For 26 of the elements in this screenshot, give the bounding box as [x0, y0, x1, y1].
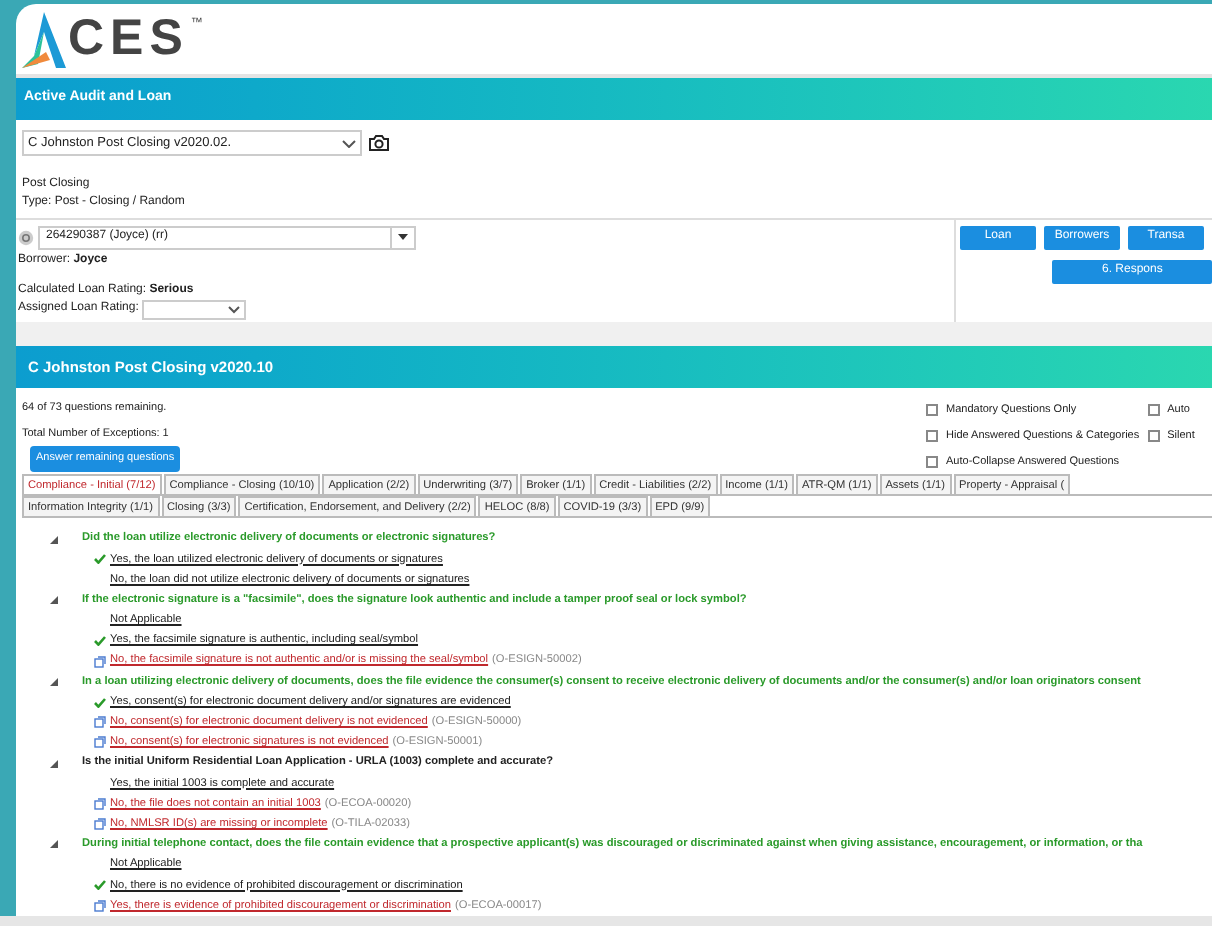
- collapse-triangle-icon[interactable]: [50, 535, 58, 544]
- check-icon: [94, 635, 106, 646]
- checkbox[interactable]: [926, 430, 938, 443]
- collapse-triangle-icon[interactable]: [50, 759, 58, 768]
- checkbox[interactable]: [926, 404, 938, 417]
- check-icon: [94, 880, 106, 891]
- document-icon[interactable]: [94, 899, 106, 912]
- logo-text: CES: [68, 14, 189, 64]
- checkbox[interactable]: [1147, 430, 1160, 443]
- chevron-down-icon: [228, 305, 241, 314]
- document-icon[interactable]: [94, 736, 106, 749]
- document-icon[interactable]: [94, 797, 106, 810]
- check-icon: [94, 554, 106, 565]
- collapse-triangle-icon[interactable]: [50, 596, 58, 605]
- collapse-triangle-icon[interactable]: [50, 840, 58, 849]
- chevron-down-icon: [342, 139, 356, 147]
- camera-icon[interactable]: [368, 134, 390, 152]
- checkbox[interactable]: [1147, 404, 1160, 417]
- document-icon[interactable]: [94, 818, 106, 831]
- checkbox[interactable]: [926, 456, 938, 469]
- collapse-triangle-icon[interactable]: [50, 677, 58, 686]
- logo-icon: [22, 11, 66, 67]
- document-icon[interactable]: [94, 655, 106, 668]
- document-icon[interactable]: [94, 716, 106, 729]
- caret-down-icon: [398, 234, 408, 241]
- check-icon: [94, 697, 106, 708]
